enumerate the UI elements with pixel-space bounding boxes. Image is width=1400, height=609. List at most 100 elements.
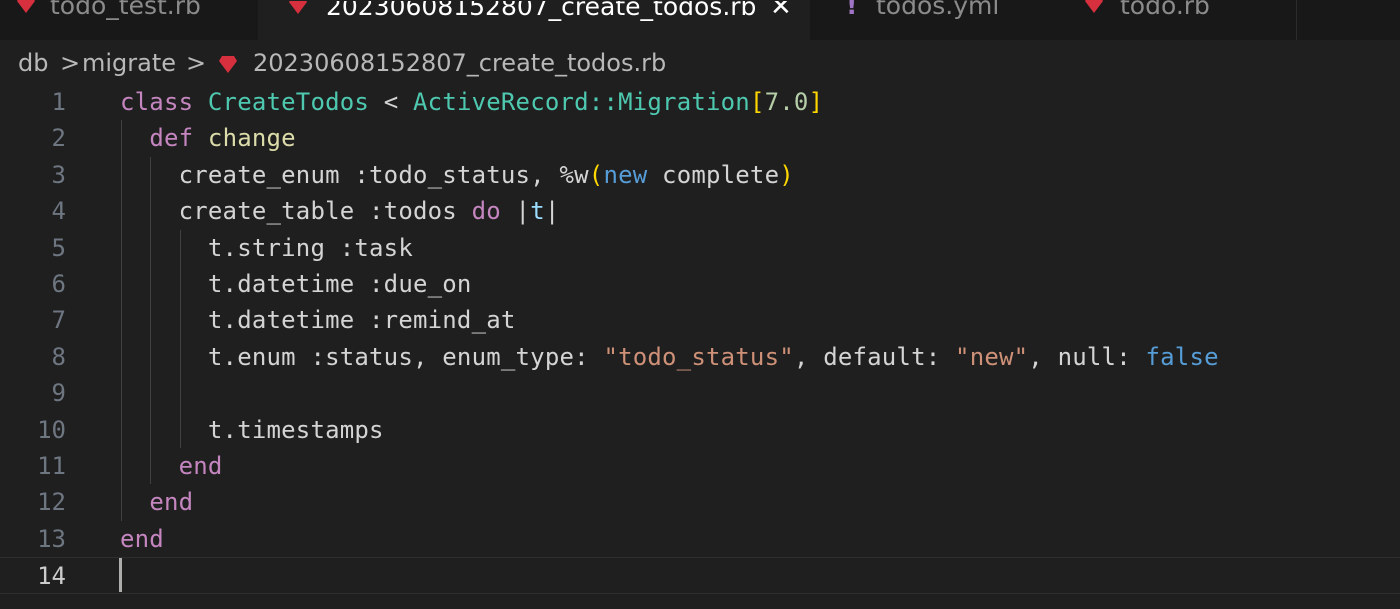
tab-label: todo.rb xyxy=(1120,0,1210,20)
breadcrumb-item-migrate[interactable]: migrate xyxy=(82,48,176,78)
code-line[interactable]: 14 xyxy=(0,557,1400,594)
code-token: end xyxy=(149,488,194,517)
code-line[interactable]: 4 create_table :todos do |t| xyxy=(0,193,1400,229)
code-line[interactable]: 3 create_enum :todo_status, %w(new compl… xyxy=(0,157,1400,193)
code-token: create_enum :todo_status, %w xyxy=(120,160,589,189)
code-line[interactable]: 7 t.datetime :remind_at xyxy=(0,302,1400,338)
code-token: t.datetime :due_on xyxy=(120,270,472,298)
code-line[interactable]: 1 class CreateTodos < ActiveRecord::Migra… xyxy=(0,84,1400,120)
line-number: 13 xyxy=(37,524,66,553)
code-token: t.string :task xyxy=(120,233,413,262)
line-code: end xyxy=(120,448,223,484)
code-token: change xyxy=(207,124,296,153)
code-token: < xyxy=(369,88,414,116)
line-code: create_table :todos do |t| xyxy=(120,193,560,229)
line-number: 9 xyxy=(51,379,66,408)
code-token: ActiveRecord::Migration xyxy=(413,88,750,116)
ruby-icon xyxy=(1085,0,1103,13)
line-number: 4 xyxy=(51,197,66,226)
tab-label: todo_test.rb xyxy=(50,0,201,20)
line-number: 14 xyxy=(37,562,66,591)
code-token: end xyxy=(178,452,223,480)
code-token: end xyxy=(120,524,164,553)
close-icon[interactable]: ✕ xyxy=(770,1,792,22)
text-cursor xyxy=(119,558,122,593)
code-token: , null: xyxy=(1028,342,1146,371)
breadcrumb-separator: > xyxy=(60,49,81,77)
line-code: t.datetime :due_on xyxy=(120,266,472,302)
code-token: t.enum :status, enum_type: xyxy=(120,342,604,371)
code-token: class xyxy=(120,88,194,116)
code-token: t xyxy=(530,197,545,226)
line-number: 7 xyxy=(51,306,66,335)
breadcrumb-separator: > xyxy=(186,49,207,77)
tab-todo-rb[interactable]: todo.rb xyxy=(1054,0,1297,40)
code-token: false xyxy=(1145,342,1219,371)
line-number: 1 xyxy=(51,88,66,116)
ruby-icon xyxy=(219,56,237,73)
line-number: 6 xyxy=(51,270,66,298)
line-code: end xyxy=(120,484,193,520)
code-line[interactable]: 5 t.string :task xyxy=(0,230,1400,266)
code-token: def xyxy=(149,124,194,153)
tab-label: todos.yml xyxy=(876,0,1000,20)
line-code: t.enum :status, enum_type: "todo_status"… xyxy=(120,339,1219,375)
warning-icon: ! xyxy=(846,0,858,20)
code-token: | xyxy=(544,197,560,226)
code-token: CreateTodos xyxy=(207,88,370,116)
code-editor: todo_test.rb 20230608152807_create_todos… xyxy=(0,0,1400,609)
code-token: ) xyxy=(779,160,794,189)
code-line[interactable]: 13 end xyxy=(0,521,1400,557)
line-code: create_enum :todo_status, %w(new complet… xyxy=(120,157,794,193)
code-line[interactable]: 9 xyxy=(0,375,1400,411)
code-token: "todo_status" xyxy=(603,342,794,371)
code-token: 7.0 xyxy=(764,88,809,116)
breadcrumb-item-db[interactable]: db xyxy=(18,48,48,78)
breadcrumb-item-file[interactable]: 20230608152807_create_todos.rb xyxy=(253,48,666,78)
code-token: , default: xyxy=(793,342,956,371)
code-token: ] xyxy=(808,88,824,116)
breadcrumb: db > migrate > 20230608152807_create_tod… xyxy=(0,40,1400,86)
code-line[interactable]: 11 end xyxy=(0,448,1400,484)
tab-todo-test[interactable]: todo_test.rb xyxy=(0,0,259,40)
code-area[interactable]: 1 class CreateTodos < ActiveRecord::Migra… xyxy=(0,84,1400,609)
tab-create-todos[interactable]: 20230608152807_create_todos.rb ✕ xyxy=(258,0,811,41)
line-number: 12 xyxy=(37,488,66,517)
code-token: [ xyxy=(749,88,765,116)
line-code: def change xyxy=(120,120,296,156)
tab-bar: todo_test.rb 20230608152807_create_todos… xyxy=(0,0,1400,41)
line-code: class CreateTodos < ActiveRecord::Migrat… xyxy=(120,84,823,120)
line-code: t.string :task xyxy=(120,230,413,266)
tab-todos-yml[interactable]: ! todos.yml xyxy=(810,0,1055,40)
line-code: t.timestamps xyxy=(120,412,384,448)
line-number: 10 xyxy=(37,415,66,444)
line-number: 8 xyxy=(51,342,66,371)
line-number: 5 xyxy=(51,233,66,262)
line-number: 11 xyxy=(37,452,66,480)
line-number: 3 xyxy=(51,160,66,189)
indent-guide xyxy=(179,229,181,448)
tab-label: 20230608152807_create_todos.rb xyxy=(326,0,757,21)
code-line[interactable]: 2 def change xyxy=(0,120,1400,156)
code-token: | xyxy=(500,197,531,226)
code-line[interactable]: 6 t.datetime :due_on xyxy=(0,266,1400,302)
code-token: ( xyxy=(588,160,604,189)
code-line[interactable]: 12 end xyxy=(0,484,1400,520)
indent-guide xyxy=(121,120,122,521)
code-token: "new" xyxy=(955,342,1029,371)
code-token: new xyxy=(603,160,648,189)
ruby-icon xyxy=(289,1,307,14)
indent-guide xyxy=(150,156,152,485)
code-token: t.timestamps xyxy=(120,415,384,444)
ruby-icon xyxy=(17,0,35,13)
line-code: end xyxy=(120,521,164,557)
code-line[interactable]: 10 t.timestamps xyxy=(0,412,1400,448)
code-token: do xyxy=(471,197,501,226)
line-number: 2 xyxy=(51,124,66,153)
code-token: complete xyxy=(647,160,780,189)
code-line[interactable]: 8 t.enum :status, enum_type: "todo_statu… xyxy=(0,339,1400,375)
